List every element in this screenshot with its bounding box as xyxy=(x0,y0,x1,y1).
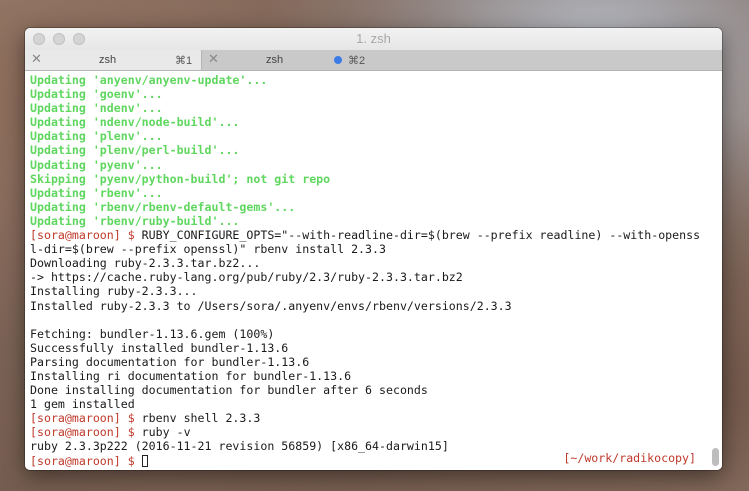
tab-close-icon[interactable]: ✕ xyxy=(208,52,219,66)
command-text: rbenv shell 2.3.3 xyxy=(134,411,261,426)
terminal-window: 1. zsh ✕ zsh ⌘1 ✕ zsh ⌘2 Updating 'anyen… xyxy=(25,28,722,470)
terminal-line: Updating 'plenv'... xyxy=(30,129,722,143)
output-text: Updating 'ndenv'... xyxy=(30,101,163,116)
output-text: Parsing documentation for bundler-1.13.6 xyxy=(30,354,310,369)
command-text xyxy=(135,454,142,468)
output-text: Done installing documentation for bundle… xyxy=(30,383,428,398)
tab-zsh-2[interactable]: ✕ zsh ⌘2 xyxy=(201,50,722,70)
output-text: Successfully installed bundler-1.13.6 xyxy=(30,340,289,355)
right-prompt: [~/work/radikocopy] xyxy=(563,451,696,465)
output-text: Fetching: bundler-1.13.6.gem (100%) xyxy=(30,326,275,341)
output-text: Updating 'goenv'... xyxy=(30,87,163,102)
terminal-line: Installed ruby-2.3.3 to /Users/sora/.any… xyxy=(30,299,722,313)
output-text: Updating 'rbenv/ruby-build'... xyxy=(30,213,240,228)
output-text: Installing ri documentation for bundler-… xyxy=(30,368,352,383)
tab-bar: ✕ zsh ⌘1 ✕ zsh ⌘2 xyxy=(25,50,722,71)
output-text: Skipping 'pyenv/python-build'; not git r… xyxy=(30,171,331,186)
terminal-line: Updating 'plenv/perl-build'... xyxy=(30,143,722,157)
terminal-line: Successfully installed bundler-1.13.6 xyxy=(30,341,722,355)
terminal-line: Done installing documentation for bundle… xyxy=(30,383,722,397)
shell-prompt: [sora@maroon] $ xyxy=(30,425,135,440)
terminal-line: Updating 'ndenv/node-build'... xyxy=(30,115,722,129)
terminal-line: Updating 'ndenv'... xyxy=(30,101,722,115)
output-text: Updating 'plenv'... xyxy=(30,129,163,144)
output-text: l-dir=$(brew --prefix openssl)" rbenv in… xyxy=(30,242,386,257)
terminal-line: Updating 'rbenv/ruby-build'... xyxy=(30,214,722,228)
output-text: Updating 'pyenv'... xyxy=(30,157,163,172)
window-title: 1. zsh xyxy=(356,31,391,46)
tab-zsh-1[interactable]: ✕ zsh ⌘1 xyxy=(25,50,201,70)
command-text: ruby -v xyxy=(134,425,191,440)
terminal-line: Updating 'rbenv'... xyxy=(30,186,722,200)
tab-shortcut: ⌘2 xyxy=(348,55,366,67)
output-text: Downloading ruby-2.3.3.tar.bz2... xyxy=(30,256,261,271)
terminal-line: Updating 'anyenv/anyenv-update'... xyxy=(30,73,722,87)
output-text: ruby 2.3.3p222 (2016-11-21 revision 5685… xyxy=(30,439,449,454)
tab-close-icon[interactable]: ✕ xyxy=(31,52,42,66)
tab-shortcut: ⌘1 xyxy=(175,55,193,67)
title-bar[interactable]: 1. zsh xyxy=(25,28,722,50)
output-text: Installed ruby-2.3.3 to /Users/sora/.any… xyxy=(30,298,512,313)
terminal-line: Parsing documentation for bundler-1.13.6 xyxy=(30,355,722,369)
terminal-line: Updating 'goenv'... xyxy=(30,87,722,101)
terminal-line: Updating 'rbenv/rbenv-default-gems'... xyxy=(30,200,722,214)
terminal-line: Updating 'pyenv'... xyxy=(30,158,722,172)
terminal-line: Installing ri documentation for bundler-… xyxy=(30,369,722,383)
command-text: RUBY_CONFIGURE_OPTS="--with-readline-dir… xyxy=(134,228,701,243)
text-cursor[interactable] xyxy=(141,454,148,467)
terminal-line: Skipping 'pyenv/python-build'; not git r… xyxy=(30,172,722,186)
terminal-output[interactable]: Updating 'anyenv/anyenv-update'... Updati… xyxy=(25,71,722,470)
output-text: Updating 'rbenv'... xyxy=(30,185,163,200)
terminal-line: Fetching: bundler-1.13.6.gem (100%) xyxy=(30,327,722,341)
tab-label: zsh xyxy=(99,54,117,66)
terminal-line: l-dir=$(brew --prefix openssl)" rbenv in… xyxy=(30,242,722,256)
terminal-line: -> https://cache.ruby-lang.org/pub/ruby/… xyxy=(30,270,722,284)
tab-label: zsh xyxy=(266,54,284,66)
output-text: Updating 'anyenv/anyenv-update'... xyxy=(30,73,268,87)
shell-prompt: [sora@maroon] $ xyxy=(30,411,135,426)
shell-prompt: [sora@maroon] $ xyxy=(30,453,135,468)
scrollbar-thumb[interactable] xyxy=(712,448,719,466)
terminal-line: [sora@maroon] $ RUBY_CONFIGURE_OPTS="--w… xyxy=(30,228,722,242)
terminal-line: [sora@maroon] $ rbenv shell 2.3.3 xyxy=(30,411,722,425)
output-text: Updating 'plenv/perl-build'... xyxy=(30,143,240,158)
terminal-line: [sora@maroon] $ ruby -v xyxy=(30,425,722,439)
output-text: 1 gem installed xyxy=(30,397,135,412)
output-text: -> https://cache.ruby-lang.org/pub/ruby/… xyxy=(30,270,463,285)
shell-prompt: [sora@maroon] $ xyxy=(30,228,135,243)
output-text: Updating 'rbenv/rbenv-default-gems'... xyxy=(30,199,296,214)
output-text: Installing ruby-2.3.3... xyxy=(30,284,198,299)
terminal-line: Installing ruby-2.3.3... xyxy=(30,284,722,298)
terminal-line: 1 gem installed xyxy=(30,397,722,411)
activity-dot-icon xyxy=(334,56,342,64)
terminal-line: Downloading ruby-2.3.3.tar.bz2... xyxy=(30,256,722,270)
scrollbar[interactable] xyxy=(710,71,719,470)
output-text: Updating 'ndenv/node-build'... xyxy=(30,115,240,130)
